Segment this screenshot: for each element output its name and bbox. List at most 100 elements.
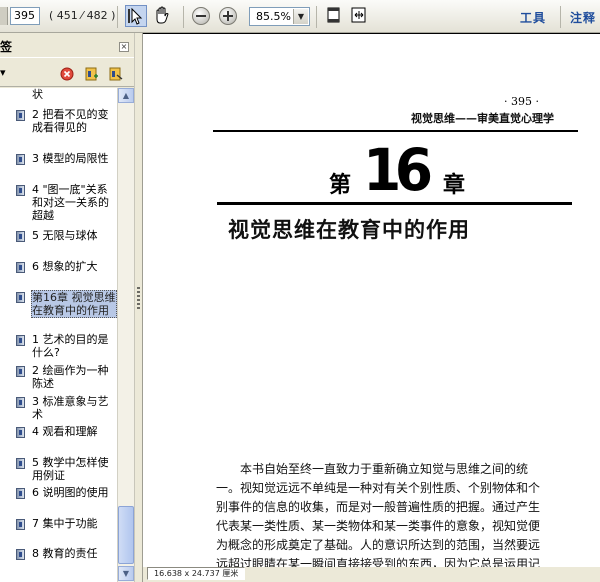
bookmark-label: 状	[32, 88, 43, 101]
toolbar-separator	[316, 6, 317, 28]
bookmark-label: 4 观看和理解	[32, 425, 98, 438]
bookmark-item-selected[interactable]: 第16章 视觉思维在教育中的作用	[0, 290, 118, 330]
body-line: 本书自始至终一直致力于重新确立知觉与思维之间的统	[216, 462, 529, 476]
panel-toolbar: ▾	[0, 57, 134, 87]
scroll-down-icon[interactable]: ▼	[118, 566, 134, 581]
page-size-indicator: 16.638 x 24.737 厘米	[147, 567, 245, 580]
bookmark-icon	[16, 292, 25, 303]
bookmark-item[interactable]: 6 说明图的使用	[0, 486, 118, 513]
fit-page-button[interactable]	[349, 5, 371, 27]
panel-header: 签 ×	[0, 33, 134, 57]
delete-bookmark-icon[interactable]	[60, 67, 74, 81]
page-top-border	[143, 33, 600, 34]
panel-title: 签	[0, 40, 13, 54]
bookmark-label: 7 集中于功能	[32, 517, 98, 530]
chevron-down-icon[interactable]: ▼	[293, 9, 308, 24]
bookmark-label: 5 教学中怎样使用例证	[32, 456, 109, 482]
bookmark-scrollbar[interactable]: ▲ ▼	[117, 88, 134, 582]
bookmark-icon	[16, 262, 25, 273]
bookmark-icon	[16, 458, 25, 469]
minus-icon	[196, 15, 206, 17]
bookmark-icon	[16, 110, 25, 121]
comment-menu-button[interactable]: 注释	[570, 9, 596, 26]
bookmark-icon	[16, 549, 25, 560]
cursor-icon	[128, 7, 143, 25]
bookmark-label: 3 模型的局限性	[32, 152, 109, 165]
bookmark-item[interactable]: 2 把看不见的变成看得见的	[0, 108, 118, 148]
bookmark-item[interactable]: 4 "图一底"关系和对这一关系的超越	[0, 183, 118, 223]
running-head: 视觉思维——审美直觉心理学	[411, 112, 554, 125]
hand-icon	[156, 6, 169, 24]
fit-width-icon	[327, 7, 340, 23]
zoom-out-button[interactable]	[192, 7, 210, 25]
panel-splitter[interactable]	[134, 33, 143, 582]
toolbar-separator	[117, 6, 118, 28]
bookmark-icon	[16, 397, 25, 408]
bookmark-item[interactable]: 4 观看和理解	[0, 425, 118, 452]
body-line: 为概念的形成奠定了基础。人的意识所达到的范围，当然要远	[216, 538, 541, 552]
page-number-header: · 395 ·	[504, 95, 539, 108]
bookmark-item[interactable]: 状	[0, 88, 118, 102]
bookmark-icon	[16, 231, 25, 242]
bookmarks-panel: 签 × ▾ 状 2 把看不见的变成看得见的 3 模型的局限性 4 "图一底"关系…	[0, 33, 134, 582]
scroll-up-icon[interactable]: ▲	[118, 88, 134, 103]
bookmark-label: 2 绘画作为一种陈述	[32, 364, 109, 390]
bookmark-item[interactable]: 7 集中于功能	[0, 517, 118, 544]
bookmark-item[interactable]: 3 模型的局限性	[0, 152, 118, 179]
page-number-input[interactable]: 395	[10, 7, 40, 25]
grip-icon	[137, 287, 140, 311]
hand-tool-button[interactable]	[152, 5, 174, 27]
pdf-page: · 395 · 视觉思维——审美直觉心理学 第 16 章 视觉思维在教育中的作用…	[143, 33, 600, 571]
bookmark-icon	[16, 335, 25, 346]
bookmark-item[interactable]: 3 标准意象与艺术	[0, 395, 118, 422]
chapter-number: 16	[363, 136, 433, 204]
main-toolbar: 395 ( 451 ⁄ 482 ) 85.5% ▼ 工具 注释	[0, 0, 600, 33]
zoom-level-select[interactable]: 85.5% ▼	[249, 7, 310, 26]
bookmark-icon	[16, 488, 25, 499]
bookmark-label: 4 "图一底"关系和对这一关系的超越	[32, 183, 109, 222]
bookmark-item[interactable]: 5 无限与球体	[0, 229, 118, 256]
chapter-suffix: 章	[443, 172, 466, 198]
toolbar-separator	[183, 6, 184, 28]
bookmark-icon	[16, 366, 25, 377]
bookmark-icon	[16, 154, 25, 165]
bookmark-label: 5 无限与球体	[32, 229, 98, 242]
fit-width-button[interactable]	[324, 5, 346, 27]
body-line: 一。视知觉远远不单纯是一种对有关个别性质、个别物体和个	[216, 481, 541, 495]
chapter-rule	[217, 202, 572, 205]
bookmark-icon	[16, 519, 25, 530]
bookmark-icon	[16, 427, 25, 438]
document-view[interactable]: · 395 · 视觉思维——审美直觉心理学 第 16 章 视觉思维在教育中的作用…	[143, 33, 600, 582]
fit-page-icon	[351, 7, 366, 23]
bookmark-item[interactable]: 6 想象的扩大	[0, 260, 118, 287]
bookmark-icon	[16, 185, 25, 196]
bookmark-item[interactable]: 2 绘画作为一种陈述	[0, 364, 118, 391]
zoom-in-button[interactable]	[219, 7, 237, 25]
chapter-title: 视觉思维在教育中的作用	[228, 218, 470, 242]
bookmark-label: 1 艺术的目的是什么?	[32, 333, 109, 359]
body-line: 别事件的信息的收集，而是对一般普遍性质的把握。通过产生	[216, 500, 541, 514]
close-icon[interactable]: ×	[119, 42, 129, 52]
scrollbar-thumb[interactable]	[118, 506, 134, 564]
expand-bookmark-icon[interactable]	[109, 67, 123, 81]
bookmark-label: 6 想象的扩大	[32, 260, 98, 273]
toolbar-grip	[0, 7, 8, 25]
select-tool-button[interactable]	[125, 5, 147, 27]
bookmark-item[interactable]: 5 教学中怎样使用例证	[0, 456, 118, 483]
body-text: 本书自始至终一直致力于重新确立知觉与思维之间的统 一。视知觉远远不单纯是一种对有…	[216, 460, 581, 574]
bookmark-label: 6 说明图的使用	[32, 486, 109, 499]
bookmark-list: 状 2 把看不见的变成看得见的 3 模型的局限性 4 "图一底"关系和对这一关系…	[0, 88, 119, 582]
bookmark-item[interactable]: 8 教育的责任	[0, 547, 118, 574]
chapter-prefix: 第	[329, 172, 352, 198]
options-menu-button[interactable]: ▾	[0, 66, 6, 79]
new-bookmark-icon[interactable]	[85, 67, 99, 81]
bookmark-label: 2 把看不见的变成看得见的	[32, 108, 109, 134]
bookmark-label: 第16章 视觉思维在教育中的作用	[31, 290, 117, 318]
bookmark-label: 3 标准意象与艺术	[32, 395, 109, 421]
body-line: 代表某一类性质、某一类物体和某一类事件的意象，视知觉便	[216, 519, 541, 533]
tools-menu-button[interactable]: 工具	[520, 9, 546, 26]
bookmark-item[interactable]: 1 艺术的目的是什么?	[0, 333, 118, 360]
toolbar-separator	[560, 6, 561, 28]
header-rule	[213, 130, 578, 132]
status-bar: 16.638 x 24.737 厘米	[143, 567, 600, 582]
